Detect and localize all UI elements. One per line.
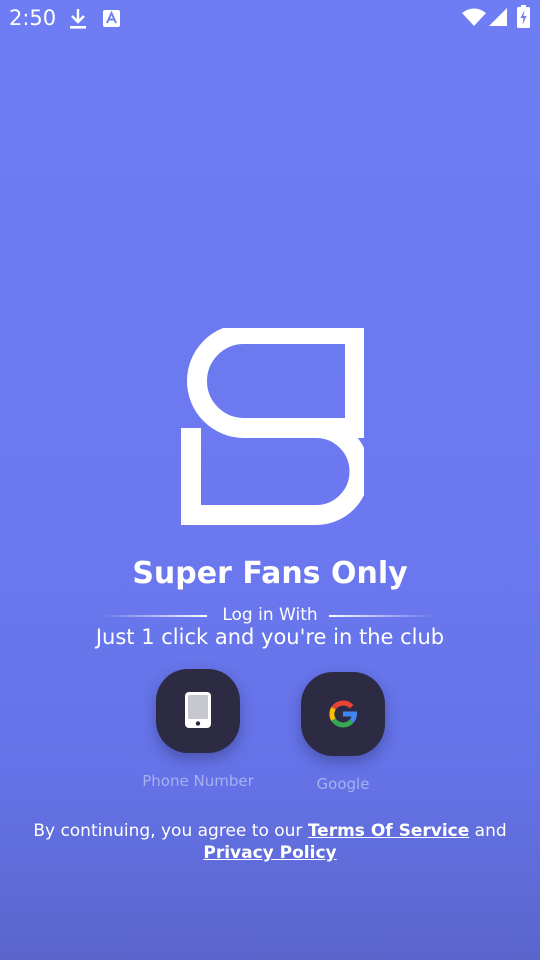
status-time: 2:50 — [9, 6, 57, 30]
google-login-label: Google — [316, 775, 370, 793]
app-title: Super Fans Only — [132, 556, 408, 591]
google-login-button[interactable] — [301, 672, 385, 756]
phone-icon — [185, 692, 211, 728]
login-heading: Log in With — [222, 605, 318, 625]
wifi-icon — [462, 8, 486, 26]
signal-icon — [489, 8, 507, 26]
terms-of-service-link[interactable]: Terms Of Service — [308, 821, 469, 841]
legal-prefix: By continuing, you agree to our — [33, 821, 308, 841]
phone-login-button[interactable] — [156, 669, 240, 753]
phone-login-label: Phone Number — [142, 772, 254, 790]
login-tagline: Just 1 click and you're in the club — [95, 625, 445, 649]
font-app-icon — [103, 10, 120, 27]
download-icon — [70, 9, 86, 29]
status-bar: 2:50 — [0, 0, 540, 36]
battery-charging-icon — [517, 5, 530, 28]
privacy-policy-link[interactable]: Privacy Policy — [203, 843, 336, 863]
legal-text: By continuing, you agree to our Terms Of… — [20, 820, 520, 864]
superfans-s-logo-icon — [181, 328, 364, 525]
legal-conjunction: and — [469, 821, 507, 841]
google-icon — [329, 700, 358, 728]
